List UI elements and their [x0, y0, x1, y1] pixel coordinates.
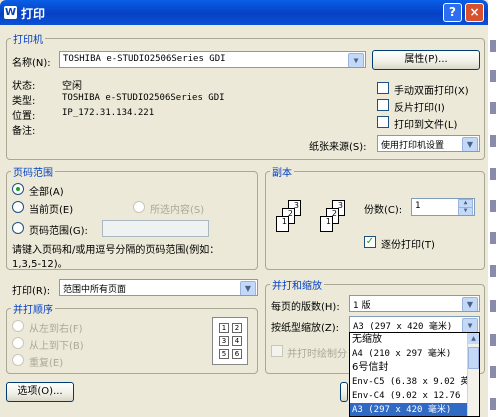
scroll-thumb[interactable]	[468, 347, 479, 369]
chevron-down-icon: ▼	[240, 281, 256, 295]
collate-label: 逐份打印(T)	[381, 240, 435, 251]
range-selection-radio[interactable]	[133, 201, 145, 213]
scale-option-selected[interactable]: A3 (297 x 420 毫米)	[350, 403, 479, 416]
scale-option[interactable]: Env-C4 (9.02 x 12.76	[350, 389, 479, 403]
print-what-value: 范围中所有页面	[63, 285, 127, 295]
properties-button[interactable]: 属性(P)...	[372, 50, 480, 70]
print-what-select[interactable]: 范围中所有页面 ▼	[59, 279, 258, 296]
paper-source-value: 使用打印机设置	[381, 141, 445, 151]
location-value: IP_172.31.134.221	[62, 108, 155, 118]
comment-label: 备注:	[12, 126, 36, 137]
order-left-right-label: 从左到右(F)	[29, 324, 83, 335]
printer-name-label: 名称(N):	[12, 58, 51, 69]
options-button[interactable]: 选项(O)...	[6, 382, 74, 402]
reverse-print-label: 反片打印(I)	[394, 103, 445, 114]
range-all-radio[interactable]	[12, 183, 24, 195]
type-value: TOSHIBA e-STUDIO2506Series GDI	[62, 93, 225, 103]
order-left-right-radio[interactable]	[12, 320, 24, 332]
manual-duplex-label: 手动双面打印(X)	[394, 86, 469, 97]
help-button[interactable]: ?	[443, 3, 462, 22]
copies-title: 副本	[270, 164, 294, 179]
ok-button[interactable]: 确定	[340, 382, 348, 402]
chevron-down-icon: ▼	[462, 137, 478, 151]
pages-per-sheet-select[interactable]: 1 版 ▼	[349, 295, 480, 312]
chevron-down-icon: ▼	[462, 297, 478, 311]
spin-down-icon[interactable]: ▼	[458, 207, 473, 215]
draw-borders-label: 并打时绘制分	[287, 349, 347, 360]
order-repeat-label: 重复(E)	[29, 358, 64, 369]
copies-count-input[interactable]: 1 ▲ ▼	[411, 198, 475, 216]
copies-count-value: 1	[415, 201, 421, 211]
print-to-file-label: 打印到文件(L)	[394, 120, 458, 131]
scale-option[interactable]: 6号信封	[350, 361, 479, 375]
range-all-label: 全部(A)	[29, 187, 64, 198]
printer-name-value: TOSHIBA e-STUDIO2506Series GDI	[63, 54, 226, 64]
dropdown-scrollbar[interactable]: ▲	[467, 333, 479, 416]
order-top-bottom-radio[interactable]	[12, 337, 24, 349]
scale-to-paper-select[interactable]: A3 (297 x 420 毫米) ▼	[349, 316, 480, 333]
scale-option[interactable]: 无缩放	[350, 333, 479, 347]
copies-count-label: 份数(C):	[364, 205, 403, 216]
range-hint-line1: 请键入页码和/或用逗号分隔的页码范围(例如：	[12, 245, 220, 256]
scale-option[interactable]: Env-C5 (6.38 x 9.02 英	[350, 375, 479, 389]
manual-duplex-checkbox[interactable]	[377, 82, 389, 94]
background-document	[488, 0, 500, 417]
range-current-label: 当前页(E)	[29, 205, 74, 216]
order-top-bottom-label: 从上到下(B)	[29, 341, 84, 352]
pages-per-sheet-value: 1 版	[353, 301, 371, 311]
print-to-file-checkbox[interactable]	[377, 116, 389, 128]
chevron-down-icon: ▼	[348, 53, 364, 67]
status-value: 空闲	[62, 81, 82, 92]
range-pages-radio[interactable]	[12, 222, 24, 234]
paper-source-select[interactable]: 使用打印机设置 ▼	[377, 135, 480, 152]
draw-borders-checkbox[interactable]	[271, 345, 283, 357]
zoom-title: 并打和缩放	[270, 277, 324, 292]
scale-dropdown-list[interactable]: 无缩放 A4 (210 x 297 毫米) 6号信封 Env-C5 (6.38 …	[349, 332, 480, 417]
location-label: 位置:	[12, 111, 36, 122]
type-label: 类型:	[12, 96, 36, 107]
range-pages-input[interactable]	[102, 220, 209, 237]
range-current-radio[interactable]	[12, 201, 24, 213]
copies-icon-collated: 3 2 1	[320, 200, 354, 250]
pages-per-sheet-label: 每页的版数(H):	[271, 302, 340, 313]
print-what-label: 打印(R):	[12, 286, 51, 297]
printer-group-title: 打印机	[11, 31, 45, 46]
title-bar[interactable]	[0, 0, 488, 25]
collate-checkbox[interactable]: ✓	[364, 236, 376, 248]
print-order-title: 并打顺序	[11, 301, 55, 316]
reverse-print-checkbox[interactable]	[377, 99, 389, 111]
scale-to-paper-value: A3 (297 x 420 毫米)	[353, 322, 453, 332]
range-selection-label: 所选内容(S)	[150, 205, 205, 216]
order-preview-icon: 1 2 3 4 5 6	[212, 317, 248, 365]
wps-app-icon: W	[4, 6, 17, 19]
page-range-title: 页码范围	[11, 164, 55, 179]
scroll-up-icon[interactable]: ▲	[468, 333, 479, 344]
printer-name-select[interactable]: TOSHIBA e-STUDIO2506Series GDI ▼	[59, 51, 366, 68]
order-repeat-radio[interactable]	[12, 354, 24, 366]
chevron-down-icon: ▼	[462, 318, 478, 332]
status-label: 状态:	[12, 81, 36, 92]
window-title: 打印	[21, 7, 46, 21]
paper-source-label: 纸张来源(S):	[309, 142, 367, 153]
range-pages-label: 页码范围(G):	[29, 226, 88, 237]
range-hint-line2: 1,3,5-12)。	[12, 259, 68, 270]
close-button[interactable]: ×	[465, 3, 484, 22]
scale-to-paper-label: 按纸型缩放(Z):	[271, 323, 340, 334]
scale-option[interactable]: A4 (210 x 297 毫米)	[350, 347, 479, 361]
copies-icon-uncollated: 3 2 1	[276, 200, 310, 250]
